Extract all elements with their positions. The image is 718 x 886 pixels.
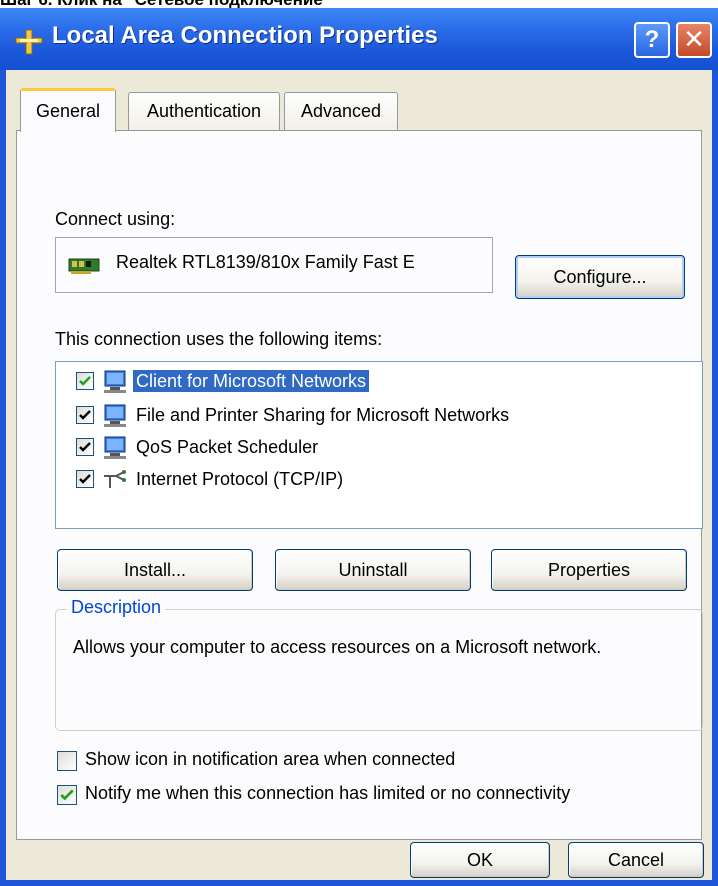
tab-general[interactable]: General (20, 88, 116, 132)
description-group (55, 609, 703, 731)
tab-advanced[interactable]: Advanced (284, 92, 398, 130)
adapter-field[interactable]: Realtek RTL8139/810x Family Fast E (55, 237, 493, 293)
list-item[interactable]: Internet Protocol (TCP/IP) (56, 464, 696, 494)
tab-advanced-label: Advanced (300, 101, 382, 121)
dialog-client-area: General Authentication Advanced Connect … (6, 70, 712, 880)
checkmark-icon (79, 442, 91, 452)
close-button[interactable]: ✕ (676, 22, 712, 58)
list-item[interactable]: QoS Packet Scheduler (56, 432, 696, 462)
item-label: Client for Microsoft Networks (133, 370, 370, 392)
network-service-icon (104, 436, 126, 459)
connect-using-label: Connect using: (55, 209, 176, 229)
tab-authentication[interactable]: Authentication (128, 92, 280, 130)
protocol-icon (104, 470, 126, 488)
help-button[interactable]: ? (634, 22, 670, 58)
title-bar[interactable]: Local Area Connection Properties ? ✕ (0, 8, 718, 70)
tab-general-label: General (35, 101, 101, 121)
properties-dialog: Local Area Connection Properties ? ✕ Gen… (0, 8, 718, 886)
properties-button[interactable]: Properties (491, 549, 687, 591)
general-tab-panel: Connect using: Realtek RTL8139/810x Fami… (16, 130, 703, 840)
network-connection-icon (15, 29, 43, 55)
install-button-label: Install... (123, 560, 187, 580)
notify-label: Notify me when this connection has limit… (85, 783, 571, 803)
item-checkbox[interactable] (76, 438, 94, 456)
list-item[interactable]: File and Printer Sharing for Microsoft N… (56, 400, 696, 430)
item-checkbox[interactable] (76, 406, 94, 424)
items-list[interactable]: Client for Microsoft Networks File and P… (55, 361, 703, 529)
network-adapter-icon (68, 258, 100, 274)
show-icon-label: Show icon in notification area when conn… (85, 749, 456, 769)
notify-checkbox[interactable] (57, 785, 77, 805)
list-item[interactable]: Client for Microsoft Networks (56, 366, 696, 396)
show-icon-checkbox[interactable] (57, 751, 77, 771)
item-label: Internet Protocol (TCP/IP) (136, 469, 344, 489)
adapter-name: Realtek RTL8139/810x Family Fast E (116, 252, 415, 272)
item-checkbox[interactable] (76, 470, 94, 488)
configure-button[interactable]: Configure... (515, 255, 685, 299)
cancel-button-label: Cancel (607, 850, 665, 870)
item-checkbox[interactable] (76, 372, 94, 390)
checkmark-icon (79, 376, 91, 386)
window-title: Local Area Connection Properties (52, 22, 438, 49)
checkmark-icon (79, 474, 91, 484)
configure-label-text: Configure... (553, 267, 647, 287)
description-text: Allows your computer to access resources… (73, 637, 602, 657)
uninstall-button[interactable]: Uninstall (275, 549, 471, 591)
properties-button-label: Properties (547, 560, 631, 580)
items-label: This connection uses the following items… (55, 329, 383, 349)
network-client-icon (104, 370, 126, 393)
checkmark-icon (60, 789, 74, 801)
install-button[interactable]: Install... (57, 549, 253, 591)
network-service-icon (104, 404, 126, 427)
screenshot-caption: Шаг 6. Клик на "Сетевое подключение" (0, 0, 331, 9)
tab-authentication-label: Authentication (146, 101, 262, 121)
uninstall-button-label: Uninstall (338, 560, 408, 580)
checkmark-icon (79, 410, 91, 420)
ok-button[interactable]: OK (410, 842, 550, 878)
item-label: File and Printer Sharing for Microsoft N… (136, 405, 510, 425)
ok-button-label: OK (466, 850, 493, 870)
cancel-button[interactable]: Cancel (568, 842, 704, 878)
description-legend: Description (67, 597, 166, 618)
item-label: QoS Packet Scheduler (136, 437, 319, 457)
